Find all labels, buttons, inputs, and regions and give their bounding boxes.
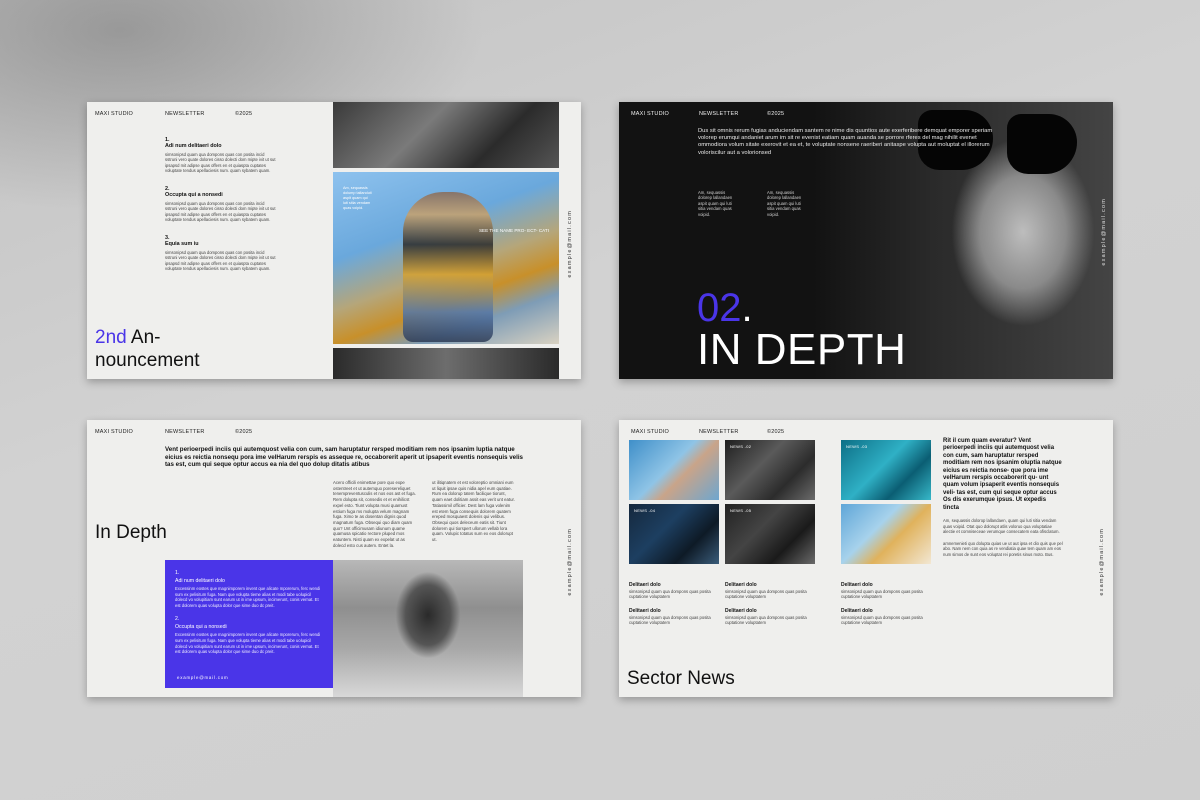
box-title: Occupta qui a nonsedi: [175, 624, 227, 631]
feature-text-2: amnemenieti quo dolupta quias ue ut aut …: [943, 540, 1063, 558]
news-title: Delitaeri dolo: [629, 582, 661, 588]
column-text: Am, sequassis dolorep lallandaen aspit q…: [698, 190, 733, 217]
news-title: Delitaeri dolo: [725, 608, 757, 614]
tile-label: NEWS -02: [730, 444, 752, 449]
column-text: ut ilitiqnatem et est voloreptio omniani…: [432, 480, 515, 543]
brand-label: MAXI STUDIO: [95, 111, 133, 117]
news-tile[interactable]: NEWS -04: [629, 504, 719, 564]
side-email: example@mail.com: [1099, 528, 1105, 596]
news-text: simsonipsd quam qua dompons quas posita …: [841, 615, 923, 626]
year-label: ©2025: [767, 111, 785, 117]
number-value: 02: [697, 286, 742, 330]
photo-fashion: Am, sequassis dolump tallanduti aspit qu…: [333, 172, 559, 344]
news-text: simsonipsd quam qua dompons quas posita …: [841, 589, 923, 600]
intro-text: Dus sit omnis rerum fugias anduciendam s…: [698, 128, 993, 156]
news-text: simsonipsd quam qua dompons quas posita …: [629, 615, 711, 626]
highlight-box: 1. Adi num delitaeri dolo Excessinm eost…: [165, 560, 333, 688]
column-text: Am, sequassis dolorep lallandaen aspit q…: [767, 190, 802, 217]
box-number: 1.: [175, 570, 180, 576]
slide-sector-news[interactable]: MAXI STUDIO NEWSLETTER ©2025 NEWS -02 NE…: [619, 420, 1113, 697]
news-text: simsonipsd quam qua dompons quas posita …: [725, 589, 807, 600]
news-title: Delitaeri dolo: [841, 582, 873, 588]
box-email: example@mail.com: [177, 675, 229, 680]
column-text: Acero officili enimettae pore quo expe o…: [333, 480, 416, 548]
item-text: simsonipsd quam qua dompons quas con pos…: [165, 152, 276, 174]
news-item: Delitaeri dolo simsonipsd quam qua dompo…: [629, 582, 719, 600]
section-number: 02.: [697, 288, 753, 328]
feature-text-1: Am, sequassis dolorop lallandaen, quam q…: [943, 518, 1060, 535]
slide-in-depth[interactable]: MAXI STUDIO NEWSLETTER ©2025 Vent perioe…: [87, 420, 581, 697]
list-item: 2. Occupta qui a nonsedi simsonipsd quam…: [165, 186, 277, 223]
slide-title: IN DEPTH: [697, 325, 907, 374]
tile-label: NEWS -04: [634, 508, 656, 513]
side-email: example@mail.com: [567, 210, 573, 278]
news-title: Delitaeri dolo: [725, 582, 757, 588]
slide-title: 2nd An- nouncement: [95, 326, 200, 372]
news-text: simsonipsd quam qua dompons quas posita …: [629, 589, 711, 600]
number-dot: .: [741, 286, 753, 330]
news-item: Delitaeri dolo simsonipsd quam qua dompo…: [629, 608, 719, 626]
feature-question: Rit il cum quam everatur? Vent perioerpe…: [943, 438, 1062, 511]
feature-text: Rit il cum quam everatur? Vent perioerpe…: [943, 438, 1063, 558]
news-item: Delitaeri dolo simsonipsd quam qua dompo…: [725, 608, 815, 626]
brand-label: MAXI STUDIO: [95, 429, 133, 435]
title-rest: An-: [126, 327, 161, 348]
box-text: Excessinm eostes que magnimporem invent …: [175, 586, 321, 608]
news-item: Delitaeri dolo simsonipsd quam qua dompo…: [725, 582, 815, 600]
sunglasses-shape: [1007, 114, 1077, 174]
year-label: ©2025: [235, 111, 253, 117]
slide-title: In Depth: [95, 522, 167, 543]
news-tile[interactable]: NEWS -02: [725, 440, 815, 500]
section-label: NEWSLETTER: [165, 111, 205, 117]
box-number: 2.: [175, 616, 180, 623]
item-title: Occupta qui a nonsedi: [165, 192, 223, 198]
slide-announcement[interactable]: MAXI STUDIO NEWSLETTER ©2025 1. Adi num …: [87, 102, 581, 379]
item-title: Equia sum iu: [165, 241, 199, 247]
side-email: example@mail.com: [1101, 198, 1107, 266]
slide-title: Sector News: [627, 668, 735, 689]
news-title: Delitaeri dolo: [629, 608, 661, 614]
year-label: ©2025: [767, 429, 785, 435]
title-line2: nouncement: [95, 350, 200, 371]
box-title: Adi num delitaeri dolo: [175, 578, 225, 584]
news-tile[interactable]: NEWS -05: [725, 504, 815, 564]
brand-label: MAXI STUDIO: [631, 111, 669, 117]
news-tile[interactable]: [629, 440, 719, 500]
lead-text: Vent perioerpedi inciis qui autemquost v…: [165, 446, 523, 469]
side-email: example@mail.com: [567, 528, 573, 596]
news-item: Delitaeri dolo simsonipsd quam qua dompo…: [841, 608, 931, 626]
item-text: simsonipsd quam qua dompons quas con pos…: [165, 201, 276, 223]
photo-caption: Am, sequassis dolump tallanduti aspit qu…: [343, 186, 372, 210]
photo-subject: [403, 192, 493, 342]
section-label: NEWSLETTER: [699, 111, 739, 117]
news-item: Delitaeri dolo simsonipsd quam qua dompo…: [841, 582, 931, 600]
bw-photo: [333, 560, 523, 697]
list-item: 3. Equia sum iu simsonipsd quam qua domp…: [165, 235, 277, 272]
title-accent: 2nd: [95, 327, 127, 348]
news-tile[interactable]: NEWS -03: [841, 440, 931, 500]
item-text: simsonipsd quam qua dompons quas con pos…: [165, 250, 276, 272]
section-label: NEWSLETTER: [165, 429, 205, 435]
news-tile[interactable]: [841, 504, 931, 564]
photo-top: [333, 102, 559, 168]
brand-label: MAXI STUDIO: [631, 429, 669, 435]
tile-label: NEWS -05: [730, 508, 752, 513]
year-label: ©2025: [235, 429, 253, 435]
news-text: simsonipsd quam qua dompons quas posita …: [725, 615, 807, 626]
tile-label: NEWS -03: [846, 444, 868, 449]
slide-in-depth-cover[interactable]: MAXI STUDIO NEWSLETTER ©2025 Dus sit omn…: [619, 102, 1113, 379]
list-item: 1. Adi num delitaeri dolo simsonipsd qua…: [165, 137, 277, 174]
box-text: Excessinm eostes que magnimporem invent …: [175, 632, 321, 655]
item-title: Adi num delitaeri dolo: [165, 143, 222, 149]
section-label: NEWSLETTER: [699, 429, 739, 435]
news-title: Delitaeri dolo: [841, 608, 873, 614]
photo-caption-right: SEE THE NAME PRO- ECT- CATI: [478, 228, 549, 233]
photo-bottom: [333, 348, 559, 379]
